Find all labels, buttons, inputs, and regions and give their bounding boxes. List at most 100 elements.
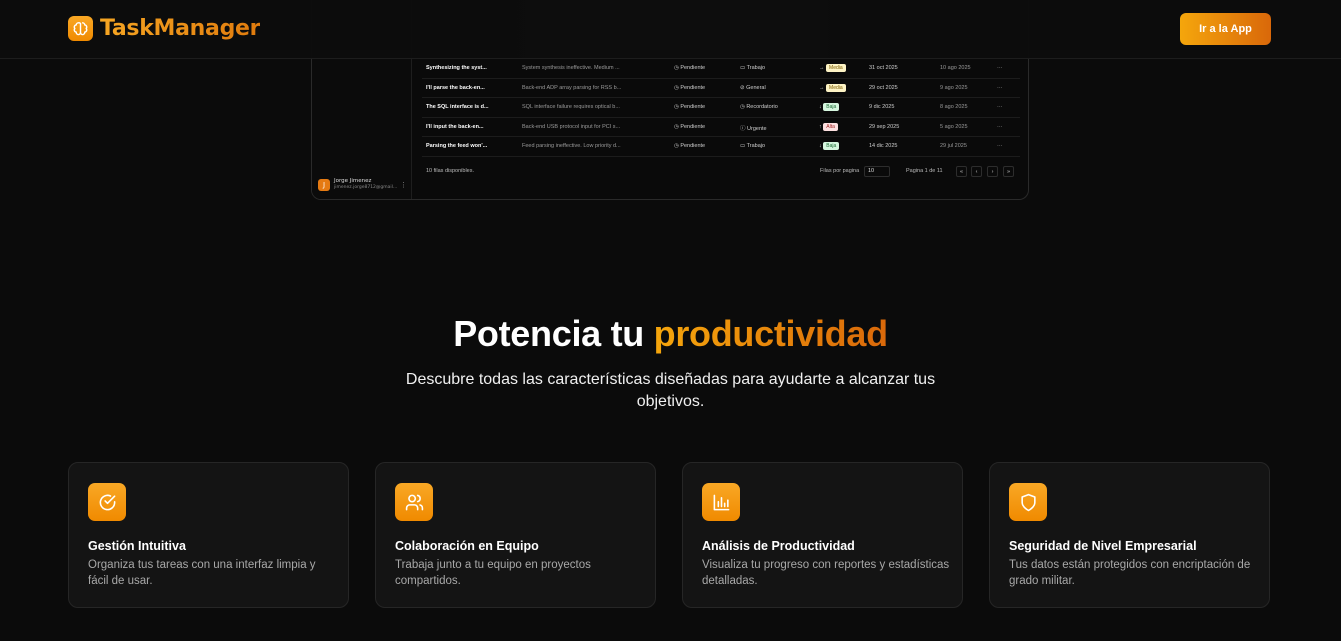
title-accent: productividad bbox=[653, 313, 888, 354]
task-status: ◷ Pendiente bbox=[674, 65, 705, 71]
task-created-date: 10 ago 2025 bbox=[940, 65, 971, 71]
row-actions-icon: ··· bbox=[997, 143, 1003, 149]
alert-icon: ⓘ bbox=[740, 125, 748, 132]
feature-description: Visualiza tu progreso con reportes y est… bbox=[702, 559, 950, 587]
task-priority: → Media bbox=[819, 64, 846, 72]
page-info: Pagina 1 de 11 bbox=[906, 168, 943, 174]
status-label: Pendiente bbox=[680, 65, 706, 71]
briefcase-icon: ▭ bbox=[740, 143, 747, 149]
go-to-app-button[interactable]: Ir a la App bbox=[1180, 13, 1271, 45]
task-status: ◷ Pendiente bbox=[674, 85, 705, 91]
task-description: Feed parsing ineffective. Low priority d… bbox=[522, 143, 621, 149]
task-description: SQL interface failure requires optical b… bbox=[522, 104, 620, 110]
feature-title: Gestión Intuitiva bbox=[88, 539, 186, 553]
feature-card-gestion: Gestión Intuitiva Organiza tus tareas co… bbox=[68, 462, 349, 608]
label-text: General bbox=[746, 84, 766, 91]
table-row: The SQL interface is d... SQL interface … bbox=[422, 98, 1020, 118]
task-due-date: 9 dic 2025 bbox=[869, 104, 895, 110]
row-actions-icon: ··· bbox=[997, 123, 1003, 130]
label-text: Recordatorio bbox=[746, 104, 778, 110]
task-created-date: 29 jul 2025 bbox=[940, 143, 967, 149]
brand-name: TaskManager bbox=[100, 16, 261, 41]
top-navbar: TaskManager Ir a la App bbox=[0, 0, 1341, 59]
task-description: System synthesis ineffective. Medium ... bbox=[522, 65, 620, 71]
brain-icon bbox=[68, 16, 93, 41]
briefcase-icon: ▭ bbox=[740, 65, 747, 71]
section-subtitle: Descubre todas las características diseñ… bbox=[405, 371, 936, 410]
task-status: ◷ Pendiente bbox=[674, 124, 705, 130]
status-label: Pendiente bbox=[680, 123, 706, 130]
status-label: Pendiente bbox=[680, 104, 706, 110]
row-actions-icon: ··· bbox=[997, 65, 1003, 71]
priority-arrow-icon: ↓ bbox=[819, 143, 822, 149]
preview-task-table: Synthesizing the syst... System synthesi… bbox=[422, 59, 1020, 157]
task-title: I'll input the back-en... bbox=[426, 123, 484, 130]
task-due-date: 29 sep 2025 bbox=[869, 123, 900, 130]
row-actions-icon: ··· bbox=[997, 104, 1003, 110]
rows-per-page-select: 10 bbox=[864, 166, 890, 177]
priority-arrow-icon: ↑ bbox=[819, 123, 822, 130]
task-title: Parsing the feed won'... bbox=[426, 143, 488, 149]
task-description: Back-end ADP array parsing for RSS b... bbox=[522, 84, 622, 91]
feature-title: Análisis de Productividad bbox=[702, 539, 855, 553]
status-label: Pendiente bbox=[680, 84, 706, 91]
task-title: Synthesizing the syst... bbox=[426, 65, 487, 71]
priority-badge: Media bbox=[826, 83, 846, 92]
task-priority: ↓ Baja bbox=[819, 142, 840, 150]
preview-table-footer: 10 filas disponibles. Filas por pagina 1… bbox=[426, 166, 1020, 180]
task-priority: → Media bbox=[819, 83, 846, 92]
label-text: Urgente bbox=[747, 125, 767, 132]
table-row: I'll input the back-en... Back-end USB p… bbox=[422, 118, 1020, 137]
feature-description: Tus datos están protegidos con encriptac… bbox=[1009, 559, 1251, 587]
shield-icon bbox=[1009, 483, 1047, 521]
priority-badge: Media bbox=[826, 64, 846, 72]
feature-card-analisis: Análisis de Productividad Visualiza tu p… bbox=[682, 462, 963, 608]
task-created-date: 9 ago 2025 bbox=[940, 84, 968, 91]
task-created-date: 5 ago 2025 bbox=[940, 123, 968, 130]
task-due-date: 14 dic 2025 bbox=[869, 143, 898, 149]
title-prefix: Potencia tu bbox=[453, 313, 644, 354]
check-circle-icon bbox=[88, 483, 126, 521]
user-email: jimenez.jorge8712@gmail... bbox=[334, 185, 398, 190]
bar-chart-icon bbox=[702, 483, 740, 521]
table-row: Parsing the feed won'... Feed parsing in… bbox=[422, 137, 1020, 157]
user-name: Jorge Jimenez bbox=[334, 178, 372, 184]
task-label: ▭ Trabajo bbox=[740, 65, 765, 71]
label-text: Trabajo bbox=[746, 143, 766, 149]
task-due-date: 29 oct 2025 bbox=[869, 84, 898, 91]
task-label: ▭ Trabajo bbox=[740, 143, 765, 149]
priority-badge: Baja bbox=[823, 142, 840, 150]
feature-description: Organiza tus tareas con una interfaz lim… bbox=[88, 559, 316, 587]
next-page-icon: › bbox=[987, 166, 998, 177]
first-page-icon: « bbox=[956, 166, 967, 177]
task-due-date: 31 oct 2025 bbox=[869, 65, 898, 71]
avatar: J bbox=[318, 178, 330, 191]
task-title: The SQL interface is d... bbox=[426, 104, 489, 110]
users-icon bbox=[395, 483, 433, 521]
priority-badge: Alta bbox=[823, 122, 838, 131]
task-label: ◷ Recordatorio bbox=[740, 104, 778, 110]
priority-arrow-icon: → bbox=[819, 65, 825, 71]
task-status: ◷ Pendiente bbox=[674, 143, 705, 149]
task-priority: ↑ Alta bbox=[819, 122, 838, 131]
last-page-icon: » bbox=[1003, 166, 1014, 177]
row-actions-icon: ··· bbox=[997, 84, 1003, 91]
feature-title: Colaboración en Equipo bbox=[395, 539, 539, 553]
task-status: ◷ Pendiente bbox=[674, 104, 705, 110]
feature-card-colaboracion: Colaboración en Equipo Trabaja junto a t… bbox=[375, 462, 656, 608]
feature-description: Trabaja junto a tu equipo en proyectos c… bbox=[395, 559, 591, 587]
section-title: Potencia tu productividad bbox=[0, 313, 1341, 355]
priority-arrow-icon: ↓ bbox=[819, 104, 822, 110]
prev-page-icon: ‹ bbox=[971, 166, 982, 177]
task-created-date: 8 ago 2025 bbox=[940, 104, 968, 110]
rows-per-page-label: Filas por pagina bbox=[820, 168, 860, 174]
priority-arrow-icon: → bbox=[819, 84, 825, 91]
brand-logo[interactable]: TaskManager bbox=[68, 16, 261, 41]
label-text: Trabajo bbox=[746, 65, 766, 71]
rows-available-text: 10 filas disponibles. bbox=[426, 168, 475, 174]
task-priority: ↓ Baja bbox=[819, 103, 840, 111]
task-title: I'll parse the back-en... bbox=[426, 84, 485, 91]
task-label: ⓘ Urgente bbox=[740, 124, 767, 132]
task-description: Back-end USB protocol input for PCI s... bbox=[522, 123, 621, 130]
preview-user-profile: J Jorge Jimenez jimenez.jorge8712@gmail.… bbox=[318, 178, 397, 191]
